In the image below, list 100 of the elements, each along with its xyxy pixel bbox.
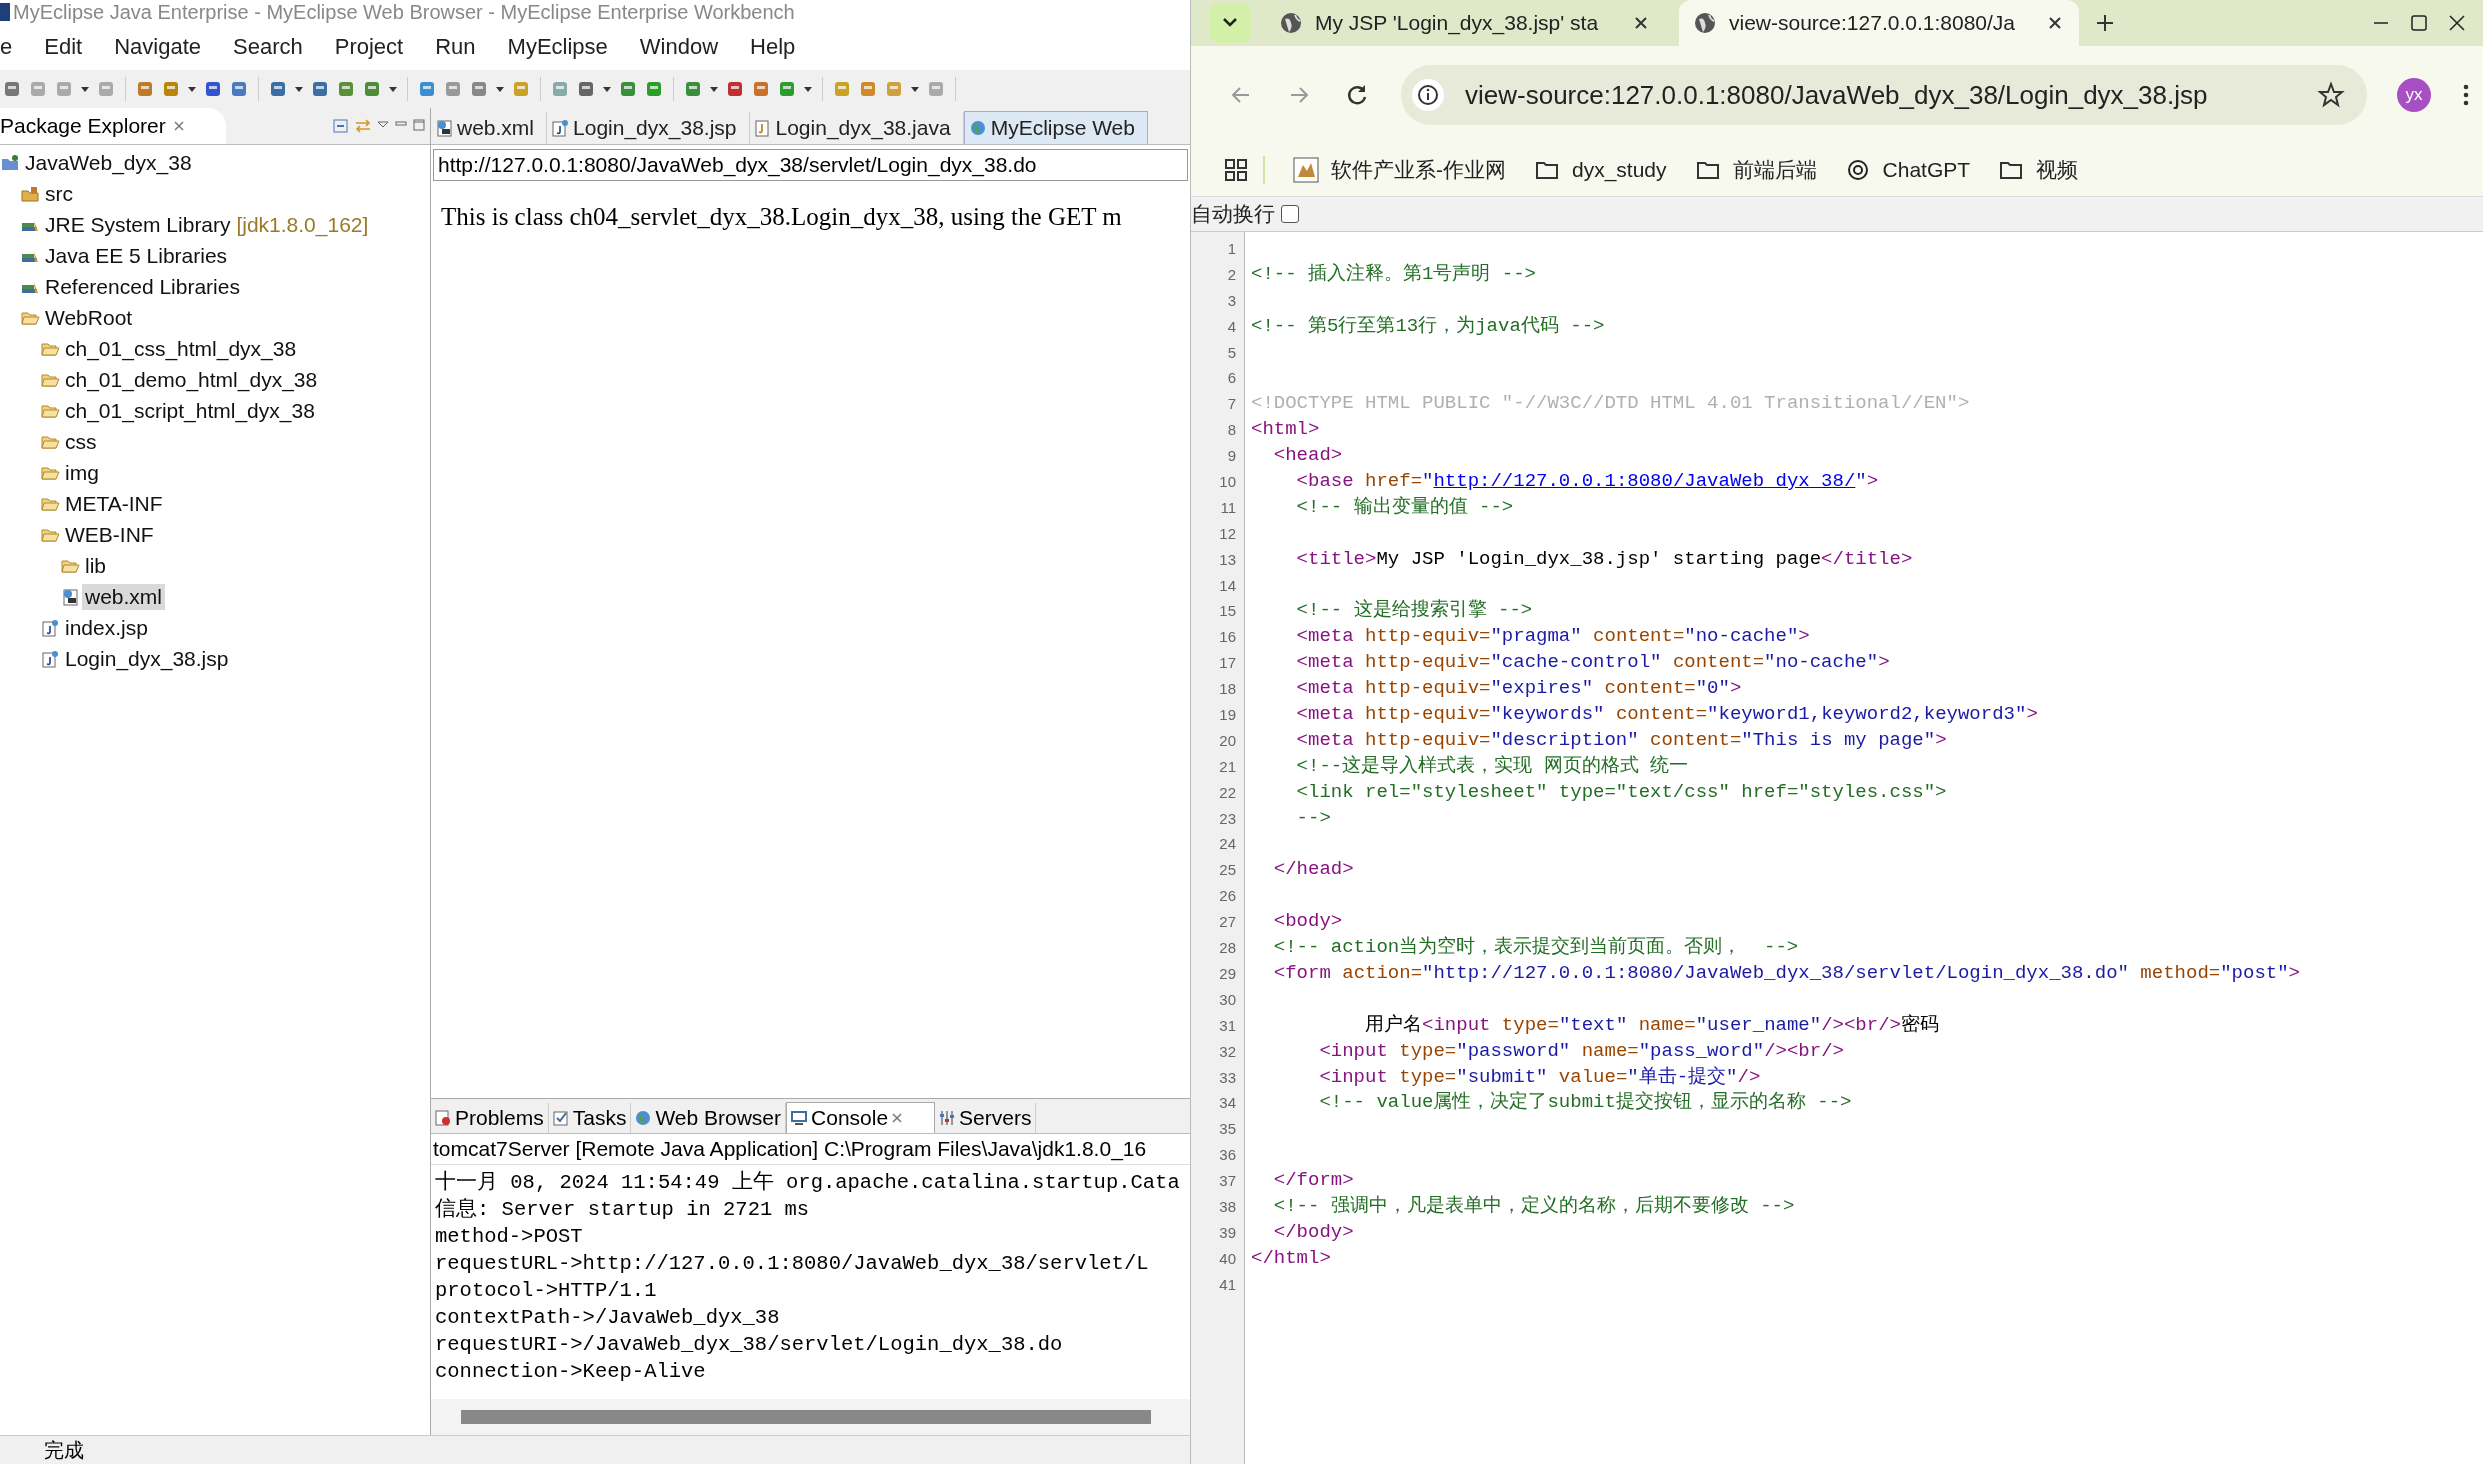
tool-icon[interactable] — [268, 79, 288, 99]
tree-item[interactable]: ch_01_demo_html_dyx_38 — [62, 366, 321, 393]
tree-item[interactable]: img — [62, 459, 102, 486]
line-number: 18 — [1218, 679, 1237, 700]
view-tab[interactable]: Problems — [431, 1103, 549, 1133]
info-icon[interactable] — [1411, 78, 1445, 112]
tree-item[interactable]: index.jsp — [62, 614, 151, 641]
view-tab[interactable]: Console — [786, 1102, 936, 1133]
apps-grid-icon[interactable] — [1223, 157, 1249, 183]
tree-item[interactable]: css — [62, 428, 100, 455]
console-line: contextPath->/JavaWeb_dyx_38 — [435, 1305, 781, 1331]
tool-icon[interactable] — [858, 79, 878, 99]
menu-item[interactable]: Project — [334, 34, 404, 60]
line-number: 15 — [1218, 601, 1237, 622]
code-line: </html> — [1251, 1245, 1332, 1271]
tool-icon[interactable] — [362, 79, 382, 99]
address-bar[interactable]: view-source:127.0.0.1:8080/JavaWeb_dyx_38/Login_dyx_38.jsp — [1401, 65, 2367, 125]
tool-icon[interactable] — [229, 79, 249, 99]
collapse-all-icon[interactable] — [332, 117, 350, 135]
tool-icon[interactable] — [751, 79, 771, 99]
tab-search-icon[interactable] — [1209, 3, 1251, 43]
star-icon[interactable] — [2317, 81, 2345, 109]
browser-tab[interactable]: My JSP 'Login_dyx_38.jsp' sta — [1265, 0, 1665, 46]
url-field[interactable]: http://127.0.0.1:8080/JavaWeb_dyx_38/servlet/Login_dyx_38.do — [433, 149, 1188, 181]
editor-tab[interactable]: Login_dyx_38.jsp — [547, 112, 750, 144]
tree-item[interactable]: Login_dyx_38.jsp — [62, 645, 232, 672]
monitor-icon — [789, 1108, 810, 1128]
tree-item[interactable]: Java EE 5 Libraries — [42, 242, 231, 269]
menu-item[interactable]: e — [0, 34, 13, 60]
tool-icon[interactable] — [725, 79, 745, 99]
line-number: 26 — [1218, 886, 1237, 907]
bookmark[interactable]: 视频 — [1998, 156, 2079, 184]
code-line: </head> — [1272, 857, 1355, 883]
code-line: </body> — [1272, 1219, 1355, 1245]
menu-item[interactable]: Run — [435, 34, 476, 60]
line-number: 9 — [1226, 446, 1237, 467]
menu-item[interactable]: MyEclipse — [507, 34, 608, 60]
line-number: 38 — [1218, 1196, 1237, 1217]
tree-item[interactable]: ch_01_script_html_dyx_38 — [62, 397, 318, 424]
tool-icon[interactable] — [644, 79, 664, 99]
tree-item[interactable]: JavaWeb_dyx_38 — [22, 149, 195, 176]
code-line: <!-- value属性，决定了submit提交按钮，显示的名称 --> — [1318, 1090, 1853, 1116]
menu-item[interactable]: Navigate — [114, 34, 201, 60]
tool-icon[interactable] — [203, 79, 223, 99]
editor-tab[interactable]: MyEclipse Web — [963, 111, 1148, 144]
xml-file-icon — [60, 586, 80, 607]
tree-item[interactable]: web.xml — [82, 583, 166, 610]
tool-icon[interactable] — [336, 79, 356, 99]
tree-item[interactable]: src — [42, 180, 76, 207]
code-line: <link rel="stylesheet" type="text/css" href="styles.css"> — [1295, 779, 1948, 805]
editor-tab[interactable]: web.xml — [431, 112, 548, 144]
tool-icon[interactable] — [161, 79, 181, 99]
console-line: requestURL->http://127.0.0.1:8080/JavaWeb_dyx_38/servlet/L — [435, 1251, 1150, 1277]
menu-item[interactable]: Edit — [44, 34, 83, 60]
browser-tab[interactable]: view-source:127.0.0.1:8080/Ja — [1679, 0, 2079, 46]
tool-icon[interactable] — [683, 79, 703, 99]
tool-icon[interactable] — [618, 79, 638, 99]
code-line: <input type="password" name="pass_word"/><br/> — [1318, 1038, 1845, 1064]
bookmark[interactable]: ChatGPT — [1844, 157, 1971, 183]
code-line: 用户名<input type="text" name="user_name"/><br/>密码 — [1364, 1012, 1940, 1038]
tree-item[interactable]: ch_01_css_html_dyx_38 — [62, 335, 300, 362]
tool-icon[interactable] — [417, 79, 437, 99]
tree-item[interactable]: WEB-INF — [62, 521, 157, 548]
view-tab[interactable]: Tasks — [548, 1103, 632, 1133]
code-line: <input type="submit" value="单击-提交"/> — [1318, 1064, 1762, 1090]
bookmark[interactable]: 前端后端 — [1694, 156, 1817, 184]
tool-icon[interactable] — [469, 79, 489, 99]
menu-item[interactable]: Window — [639, 34, 719, 60]
code-line: <!-- 强调中，凡是表单中，定义的名称，后期不要修改 --> — [1272, 1193, 1796, 1219]
tool-icon[interactable] — [2, 79, 22, 99]
tree-item[interactable]: lib — [82, 552, 109, 579]
tree-item[interactable]: META-INF — [62, 490, 166, 517]
scrollbar-thumb[interactable] — [461, 1410, 1151, 1424]
tree-item[interactable]: Referenced Libraries — [42, 273, 243, 300]
editor-tab[interactable]: Login_dyx_38.java — [749, 112, 964, 144]
menu-item[interactable]: Search — [233, 34, 303, 60]
tree-item[interactable]: JRE System Library [jdk1.8.0_162] — [42, 211, 372, 238]
bookmark[interactable]: 软件产业系-作业网 — [1293, 156, 1506, 184]
source-link[interactable]: http://127.0.0.1:8080/JavaWeb_dyx_38/ — [1433, 470, 1856, 492]
line-number: 16 — [1218, 627, 1237, 648]
tool-icon[interactable] — [443, 79, 463, 99]
code-line: <body> — [1272, 909, 1344, 935]
wrap-checkbox[interactable]: 自动换行 — [1191, 200, 1299, 228]
view-tab[interactable]: Package Explorer — [0, 108, 226, 144]
console-line: connection->Keep-Alive — [435, 1359, 707, 1385]
view-tab[interactable]: Servers — [935, 1103, 1037, 1133]
line-number: 35 — [1218, 1119, 1237, 1140]
tree-item[interactable]: WebRoot — [42, 304, 136, 331]
avatar[interactable]: yx — [2397, 78, 2431, 112]
menu-item[interactable]: Help — [750, 34, 796, 60]
tool-icon[interactable] — [777, 79, 797, 99]
bookmark[interactable]: dyx_study — [1534, 157, 1667, 183]
tool-icon[interactable] — [310, 79, 330, 99]
site-icon — [1293, 157, 1319, 183]
tool-icon[interactable] — [135, 79, 155, 99]
link-icon[interactable] — [354, 117, 372, 135]
console-title: tomcat7Server [Remote Java Application] C:\Program Files\Java\jdk1.8.0_16 — [431, 1134, 1190, 1165]
code-line: <!DOCTYPE HTML PUBLIC "-//W3C//DTD HTML 4.01 Transitional//EN"> — [1251, 391, 1971, 417]
code-line: <meta http-equiv="cache-control" content="no-cache"> — [1295, 650, 1891, 676]
tool-icon[interactable] — [576, 79, 596, 99]
